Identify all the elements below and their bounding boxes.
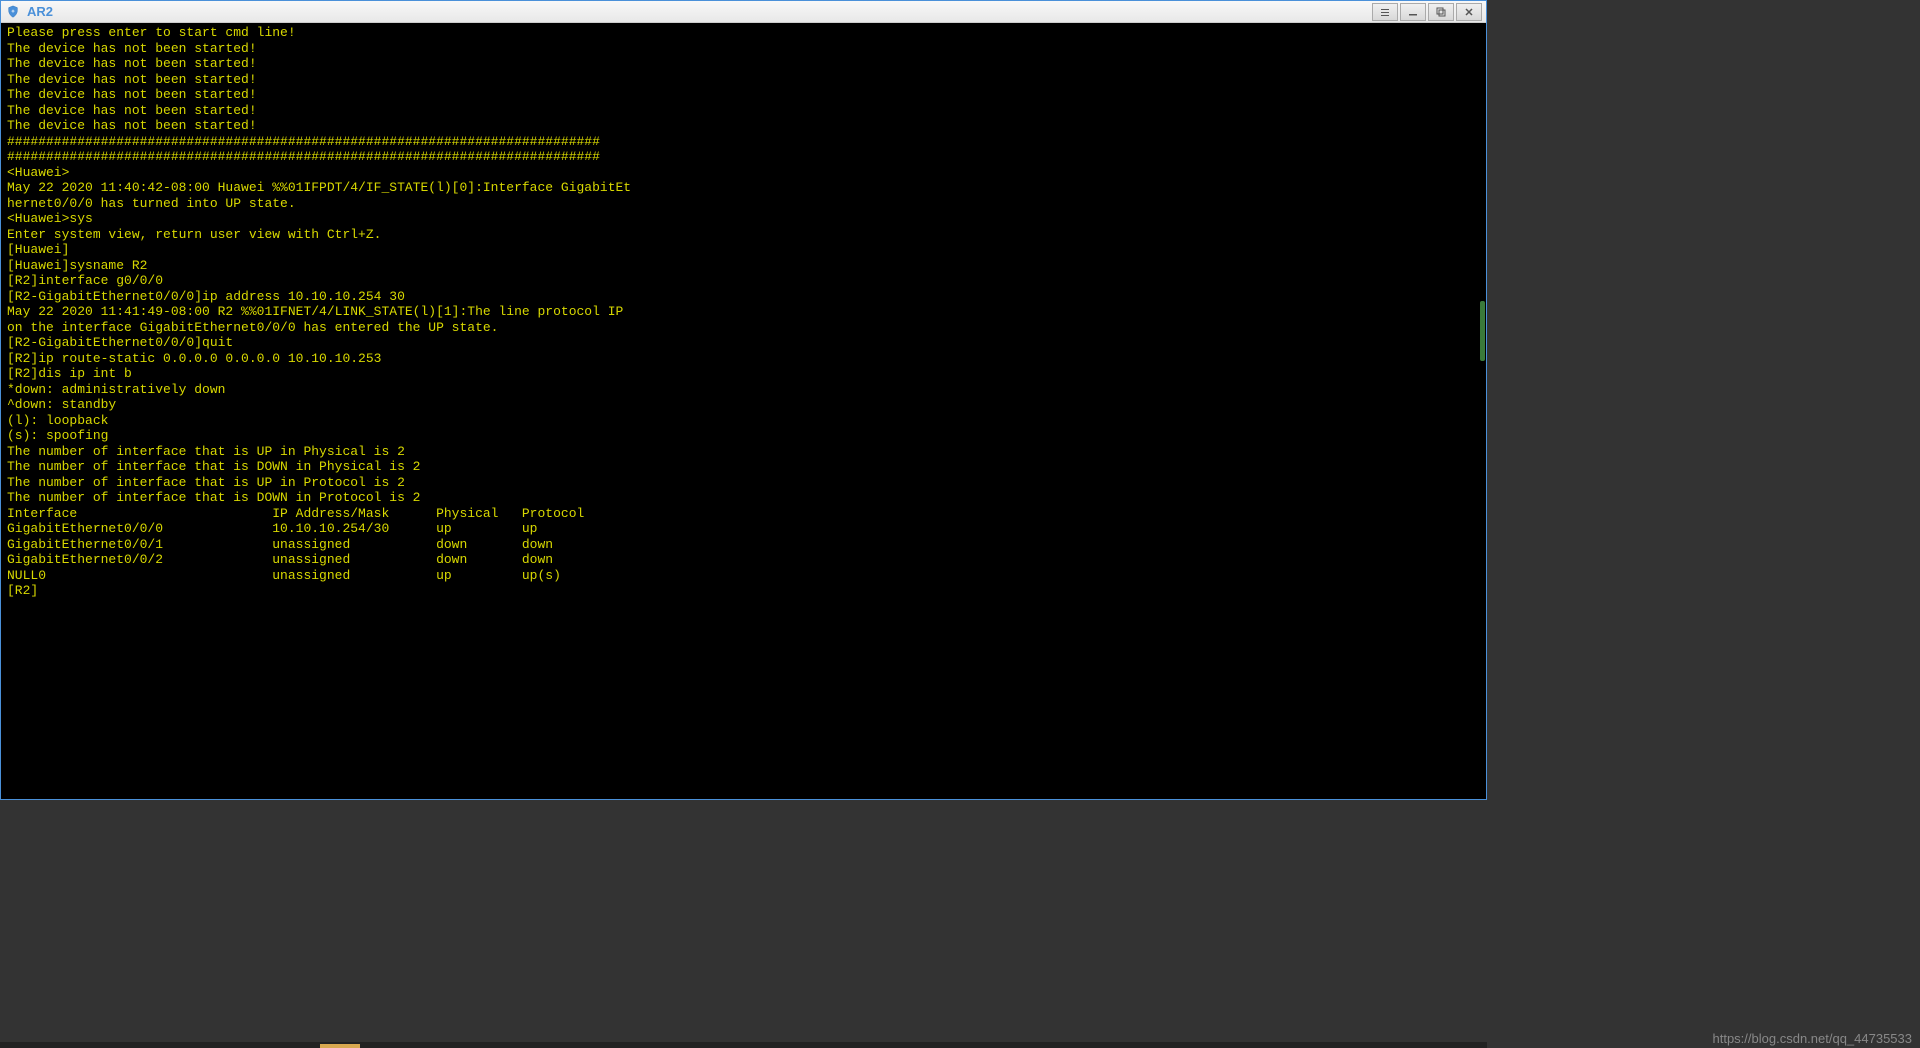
terminal-line: Enter system view, return user view with… xyxy=(7,227,1480,243)
terminal-line: GigabitEthernet0/0/2 unassigned down dow… xyxy=(7,552,1480,568)
terminal-line: [R2]dis ip int b xyxy=(7,366,1480,382)
terminal-window: AR2 Please press enter to start cmd line… xyxy=(0,0,1487,800)
terminal-line: NULL0 unassigned up up(s) xyxy=(7,568,1480,584)
terminal-line: hernet0/0/0 has turned into UP state. xyxy=(7,196,1480,212)
terminal-line: The number of interface that is DOWN in … xyxy=(7,459,1480,475)
terminal-line: May 22 2020 11:40:42-08:00 Huawei %%01IF… xyxy=(7,180,1480,196)
close-button[interactable] xyxy=(1456,3,1482,21)
window-titlebar[interactable]: AR2 xyxy=(1,1,1486,23)
terminal-line: Interface IP Address/Mask Physical Proto… xyxy=(7,506,1480,522)
terminal-line: [Huawei] xyxy=(7,242,1480,258)
terminal-line: The device has not been started! xyxy=(7,103,1480,119)
terminal-line: The number of interface that is UP in Pr… xyxy=(7,475,1480,491)
terminal-line: (s): spoofing xyxy=(7,428,1480,444)
taskbar-item[interactable] xyxy=(320,1044,360,1048)
terminal-line: Please press enter to start cmd line! xyxy=(7,25,1480,41)
minimize-button[interactable] xyxy=(1400,3,1426,21)
terminal-line: ^down: standby xyxy=(7,397,1480,413)
terminal-line: [R2]ip route-static 0.0.0.0 0.0.0.0 10.1… xyxy=(7,351,1480,367)
terminal-line: The device has not been started! xyxy=(7,41,1480,57)
scrollbar-thumb[interactable] xyxy=(1480,301,1485,361)
terminal-line: The device has not been started! xyxy=(7,87,1480,103)
terminal-output[interactable]: Please press enter to start cmd line!The… xyxy=(1,23,1486,799)
window-title: AR2 xyxy=(27,4,1372,19)
menu-button[interactable] xyxy=(1372,3,1398,21)
terminal-line: ########################################… xyxy=(7,149,1480,165)
terminal-line: (l): loopback xyxy=(7,413,1480,429)
terminal-line: The device has not been started! xyxy=(7,118,1480,134)
terminal-line: The number of interface that is UP in Ph… xyxy=(7,444,1480,460)
taskbar xyxy=(0,1042,1487,1048)
terminal-line: [R2] xyxy=(7,583,1480,599)
terminal-line: GigabitEthernet0/0/0 10.10.10.254/30 up … xyxy=(7,521,1480,537)
terminal-line: The device has not been started! xyxy=(7,56,1480,72)
watermark-text: https://blog.csdn.net/qq_44735533 xyxy=(1713,1031,1913,1046)
app-icon xyxy=(5,4,21,20)
terminal-line: <Huawei>sys xyxy=(7,211,1480,227)
terminal-line: [R2-GigabitEthernet0/0/0]quit xyxy=(7,335,1480,351)
terminal-line: The number of interface that is DOWN in … xyxy=(7,490,1480,506)
terminal-line: <Huawei> xyxy=(7,165,1480,181)
terminal-line: *down: administratively down xyxy=(7,382,1480,398)
terminal-line: [R2]interface g0/0/0 xyxy=(7,273,1480,289)
terminal-line: May 22 2020 11:41:49-08:00 R2 %%01IFNET/… xyxy=(7,304,1480,320)
terminal-line: [Huawei]sysname R2 xyxy=(7,258,1480,274)
terminal-line: The device has not been started! xyxy=(7,72,1480,88)
terminal-line: [R2-GigabitEthernet0/0/0]ip address 10.1… xyxy=(7,289,1480,305)
terminal-line: on the interface GigabitEthernet0/0/0 ha… xyxy=(7,320,1480,336)
window-controls xyxy=(1372,3,1482,21)
terminal-line: ########################################… xyxy=(7,134,1480,150)
terminal-line: GigabitEthernet0/0/1 unassigned down dow… xyxy=(7,537,1480,553)
maximize-button[interactable] xyxy=(1428,3,1454,21)
